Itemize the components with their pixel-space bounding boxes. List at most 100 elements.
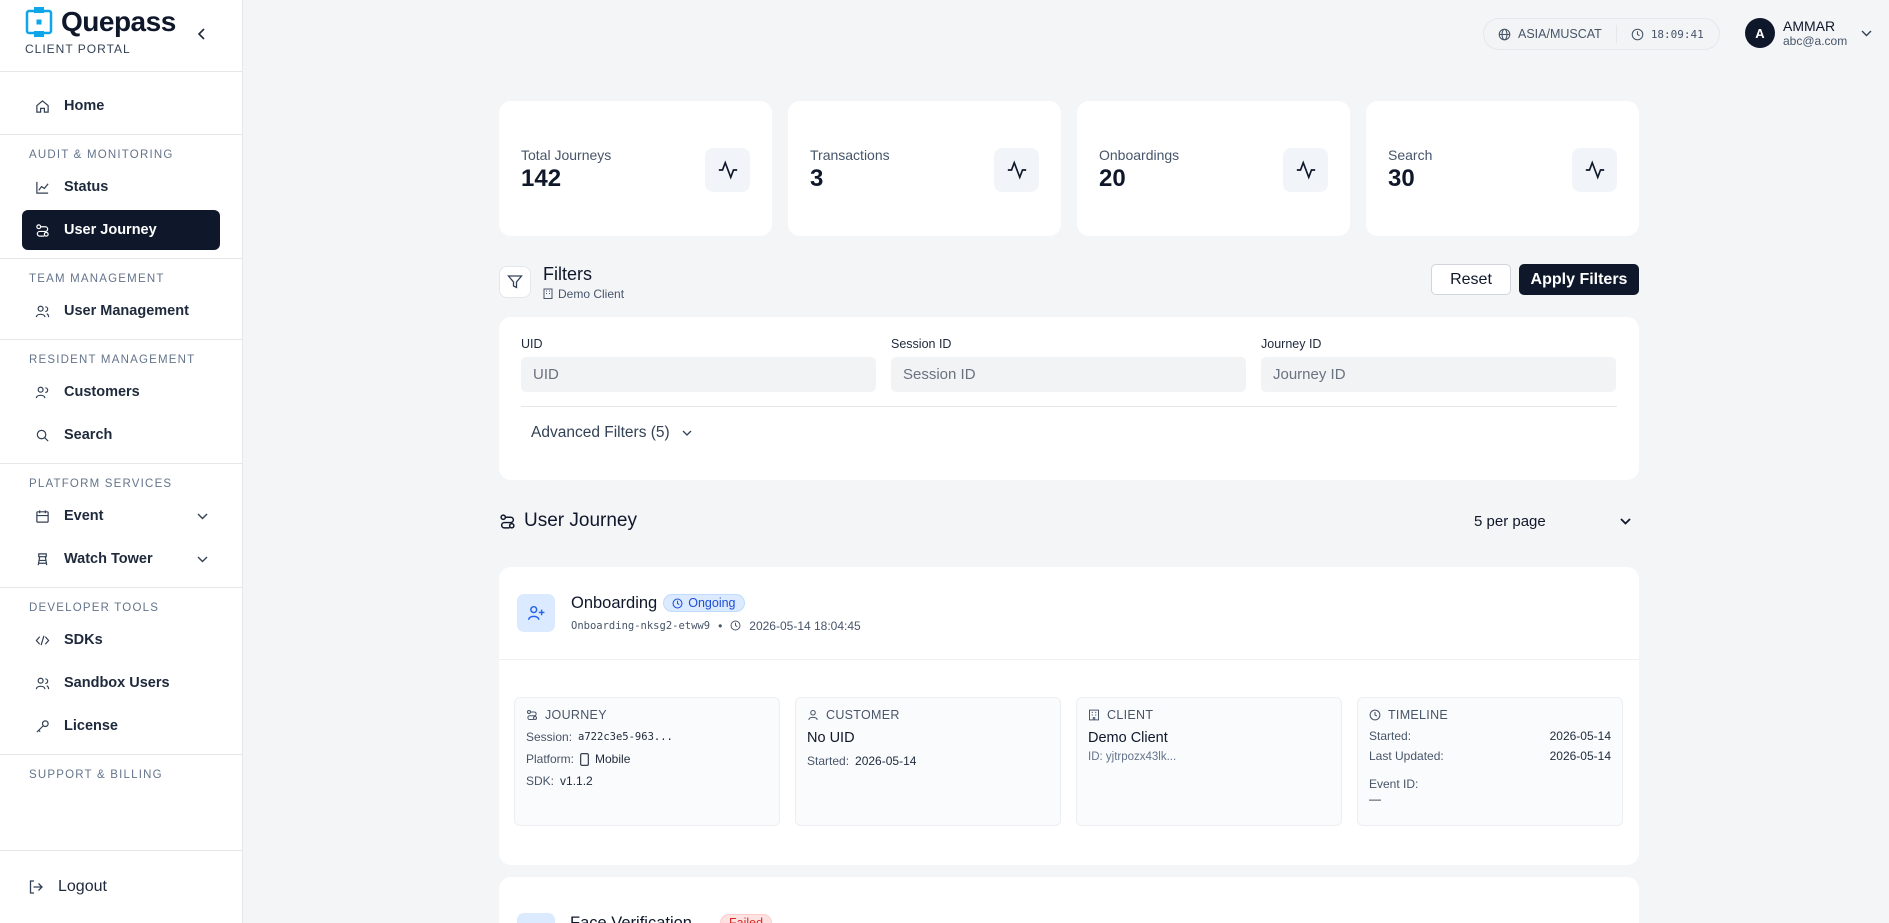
per-page-select[interactable]: 5 per page xyxy=(1474,506,1639,536)
timezone-label: ASIA/MUSCAT xyxy=(1518,27,1602,41)
route-icon xyxy=(526,709,538,721)
journey-id-label: Journey ID xyxy=(1261,337,1322,351)
sidebar-item-user-management[interactable]: User Management xyxy=(22,291,220,331)
sidebar-item-label: Status xyxy=(64,179,109,195)
session-value: a722c3e5-963... xyxy=(578,731,673,743)
chevron-down-icon xyxy=(682,430,692,436)
journey-id-input[interactable] xyxy=(1261,357,1616,392)
platform-value: Mobile xyxy=(595,752,631,766)
session-id-label: Session ID xyxy=(891,337,952,351)
calendar-icon xyxy=(34,508,50,524)
sidebar-item-label: Home xyxy=(64,98,105,114)
reset-button[interactable]: Reset xyxy=(1431,264,1511,295)
logout-icon xyxy=(29,880,43,894)
started-label: Started: xyxy=(807,754,850,768)
logout-button[interactable]: Logout xyxy=(0,850,242,923)
journey-card[interactable]: Onboarding Ongoing Onboarding-nksg2-etww… xyxy=(499,567,1639,865)
main-content: Total Journeys 142 Transactions 3 Onboar… xyxy=(499,101,1639,865)
timezone-clock-pill: ASIA/MUSCAT 18:09:41 xyxy=(1483,18,1720,50)
client-id: ID: yjtrpozx43lk... xyxy=(1088,751,1177,763)
sidebar-item-label: User Management xyxy=(64,303,189,319)
customer-uid: No UID xyxy=(807,730,855,746)
uid-input[interactable] xyxy=(521,357,876,392)
chevron-down-icon xyxy=(1861,30,1872,36)
filters-client-name: Demo Client xyxy=(558,286,625,301)
sidebar-item-status[interactable]: Status xyxy=(22,167,220,207)
journey-details: JOURNEY Session: a722c3e5-963... Platform… xyxy=(499,660,1639,826)
sidebar-item-license[interactable]: License xyxy=(22,706,220,746)
sidebar-item-user-journey[interactable]: User Journey xyxy=(22,210,220,250)
sidebar-item-customers[interactable]: Customers xyxy=(22,372,220,412)
clock: 18:09:41 xyxy=(1617,28,1718,41)
session-id-field-group: Session ID xyxy=(891,337,1246,392)
stat-card-total-journeys: Total Journeys 142 xyxy=(499,101,772,236)
sidebar-section-platform: PLATFORM SERVICES Event Watch Tower xyxy=(0,463,242,579)
user-journey-title: User Journey xyxy=(524,510,637,531)
advanced-filters-toggle[interactable]: Advanced Filters (5) xyxy=(521,407,1617,459)
apply-filters-button[interactable]: Apply Filters xyxy=(1519,264,1639,295)
globe-icon xyxy=(1498,28,1511,40)
route-icon xyxy=(34,222,50,238)
sidebar-section-title: PLATFORM SERVICES xyxy=(29,478,173,490)
stat-card-onboardings: Onboardings 20 xyxy=(1077,101,1350,236)
stats-row: Total Journeys 142 Transactions 3 Onboar… xyxy=(499,101,1639,236)
detail-heading: CLIENT xyxy=(1107,708,1154,722)
detail-heading: CUSTOMER xyxy=(826,708,900,722)
activity-icon xyxy=(705,148,750,192)
sidebar-section-support: SUPPORT & BILLING xyxy=(0,754,242,781)
sidebar-item-label: User Journey xyxy=(64,222,157,238)
building-icon xyxy=(543,288,553,299)
sidebar-item-watch-tower[interactable]: Watch Tower xyxy=(22,539,220,579)
brand-subtitle: CLIENT PORTAL xyxy=(25,42,131,56)
sidebar-item-sandbox-users[interactable]: Sandbox Users xyxy=(22,663,220,703)
journey-card[interactable]: Face Verification Failed xyxy=(499,877,1639,923)
started-value: 2026-05-14 xyxy=(855,754,917,768)
tower-icon xyxy=(34,551,50,567)
sidebar-item-label: Event xyxy=(64,508,104,524)
dot-separator: • xyxy=(718,618,723,633)
stat-card-transactions: Transactions 3 xyxy=(788,101,1061,236)
clock-icon xyxy=(1631,28,1644,40)
users-icon xyxy=(34,303,50,319)
client-detail-box: CLIENT Demo Client ID: yjtrpozx43lk... xyxy=(1076,697,1342,826)
detail-heading: JOURNEY xyxy=(545,708,607,722)
journey-code: Onboarding-nksg2-etww9 xyxy=(571,619,711,632)
sidebar-item-label: License xyxy=(64,718,118,734)
platform-label: Platform: xyxy=(526,752,575,766)
journey-card-header: Onboarding Ongoing Onboarding-nksg2-etww… xyxy=(499,567,1639,660)
sidebar-item-sdks[interactable]: SDKs xyxy=(22,620,220,660)
uid-field-group: UID xyxy=(521,337,876,392)
sidebar-section-audit: AUDIT & MONITORING Status User Journey xyxy=(0,134,242,250)
sidebar-item-label: Watch Tower xyxy=(64,551,153,567)
line-chart-icon xyxy=(34,179,50,195)
collapse-sidebar-button[interactable] xyxy=(192,24,212,44)
customer-detail-box: CUSTOMER No UID Started: 2026-05-14 xyxy=(795,697,1061,826)
timezone[interactable]: ASIA/MUSCAT xyxy=(1484,27,1616,41)
chevron-left-icon xyxy=(197,28,205,40)
timeline-started-value: 2026-05-14 xyxy=(1549,729,1611,743)
sidebar-section-title: TEAM MANAGEMENT xyxy=(29,273,165,285)
sdk-label: SDK: xyxy=(526,774,555,788)
status-badge: Ongoing xyxy=(663,594,745,612)
sidebar-item-home[interactable]: Home xyxy=(22,86,220,126)
user-email: abc@a.com xyxy=(1783,34,1848,48)
sidebar-section-title: RESIDENT MANAGEMENT xyxy=(29,354,196,366)
sidebar-item-label: Sandbox Users xyxy=(64,675,170,691)
advanced-filters-label: Advanced Filters (5) xyxy=(531,424,670,441)
user-menu[interactable]: A AMMAR abc@a.com xyxy=(1745,18,1872,48)
users-icon xyxy=(34,675,50,691)
sidebar-item-event[interactable]: Event xyxy=(22,496,220,536)
code-icon xyxy=(34,632,50,648)
session-id-input[interactable] xyxy=(891,357,1246,392)
avatar: A xyxy=(1745,18,1775,48)
clock-time: 18:09:41 xyxy=(1650,27,1704,41)
sidebar-section-developer: DEVELOPER TOOLS SDKs Sandbox Users Licen… xyxy=(0,587,242,746)
face-icon xyxy=(517,913,555,923)
filters-header: Filters Demo Client Reset Apply Filters xyxy=(499,262,1639,302)
sidebar-section-team: TEAM MANAGEMENT User Management xyxy=(0,258,242,331)
journey-detail-box: JOURNEY Session: a722c3e5-963... Platform… xyxy=(514,697,780,826)
sidebar-item-label: Customers xyxy=(64,384,140,400)
sidebar-item-search[interactable]: Search xyxy=(22,415,220,455)
journey-type: Face Verification xyxy=(570,914,692,923)
user-plus-icon xyxy=(517,594,555,632)
